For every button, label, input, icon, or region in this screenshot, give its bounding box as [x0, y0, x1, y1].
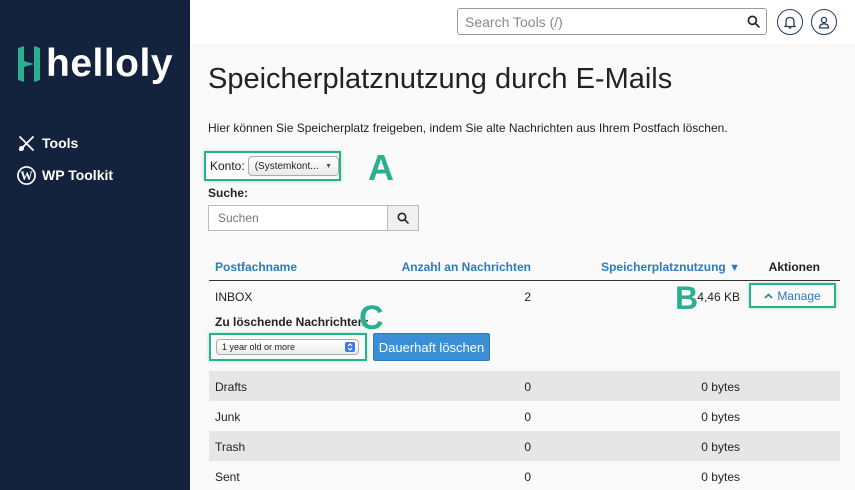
mailbox-name: INBOX: [215, 290, 253, 304]
message-count: 2: [524, 290, 531, 304]
table-row: Drafts 0 0 bytes: [209, 371, 840, 401]
select-stepper-icon: [345, 342, 355, 352]
bell-icon: [784, 16, 796, 29]
message-count: 0: [524, 380, 531, 394]
age-select-highlight: 1 year old or more: [209, 333, 367, 361]
konto-label: Konto:: [210, 159, 245, 173]
main-content: Speicherplatznutzung durch E-Mails Hier …: [190, 44, 855, 490]
sidebar-item-label: Tools: [42, 135, 79, 151]
annotation-label-c: C: [359, 299, 384, 337]
storage-usage: 0 bytes: [701, 440, 740, 454]
suche-input[interactable]: [208, 205, 387, 231]
brand-name: helloly: [46, 42, 174, 85]
mailbox-name: Sent: [215, 470, 240, 484]
mailbox-name: Drafts: [215, 380, 248, 394]
column-header-name[interactable]: Postfachname: [215, 260, 297, 274]
search-icon: [397, 212, 409, 224]
brand-logo[interactable]: helloly: [16, 44, 173, 84]
manage-label: Manage: [777, 288, 821, 303]
message-age-value: 1 year old or more: [222, 342, 296, 352]
dropdown-arrow-icon: ▼: [325, 162, 332, 170]
sidebar-item-label: WP Toolkit: [42, 167, 114, 183]
sidebar-item-wp-toolkit[interactable]: W WP Toolkit: [16, 164, 113, 186]
search-tools-input[interactable]: [458, 9, 740, 34]
storage-usage: 0 bytes: [701, 380, 740, 394]
mailbox-table: Postfachname Anzahl an Nachrichten Speic…: [209, 253, 840, 490]
suche-label: Suche:: [208, 186, 249, 200]
column-header-actions: Aktionen: [768, 260, 820, 274]
message-age-select[interactable]: 1 year old or more: [216, 339, 359, 355]
sidebar-item-tools[interactable]: Tools: [16, 132, 113, 154]
sidebar: helloly Tools W WP Toolkit: [0, 0, 190, 490]
table-row: INBOX 2 4,46 KB B Manage: [209, 280, 840, 316]
sidebar-nav: Tools W WP Toolkit: [16, 132, 113, 196]
suche-button[interactable]: [387, 205, 419, 231]
storage-usage: 0 bytes: [701, 470, 740, 484]
table-row: Junk 0 0 bytes: [209, 401, 840, 431]
message-count: 0: [524, 410, 531, 424]
top-bar: [190, 0, 855, 44]
chevron-up-icon: [764, 292, 773, 299]
column-header-usage-label: Speicherplatznutzung: [601, 260, 726, 274]
mailbox-name: Trash: [215, 440, 246, 454]
column-header-usage[interactable]: Speicherplatznutzung ▼: [601, 260, 740, 274]
user-icon: [818, 16, 830, 29]
page-description: Hier können Sie Speicherplatz freigeben,…: [208, 121, 728, 135]
annotation-label-b: B: [675, 280, 699, 316]
table-header: Postfachname Anzahl an Nachrichten Speic…: [209, 253, 840, 281]
notifications-button[interactable]: [777, 9, 803, 35]
wordpress-icon: W: [16, 165, 36, 185]
delete-messages-panel: Zu löschende Nachrichten: C 1 year old o…: [209, 301, 840, 371]
helloly-logo-icon: [16, 44, 42, 84]
search-icon[interactable]: [740, 15, 766, 28]
message-count: 0: [524, 440, 531, 454]
mailbox-name: Junk: [215, 410, 241, 424]
page-title: Speicherplatznutzung durch E-Mails: [208, 63, 673, 95]
manage-button[interactable]: Manage: [749, 283, 836, 308]
sort-descending-icon: ▼: [729, 262, 740, 274]
storage-usage: 0 bytes: [701, 410, 740, 424]
column-header-count[interactable]: Anzahl an Nachrichten: [402, 260, 531, 274]
storage-usage: 4,46 KB: [697, 290, 740, 304]
delete-permanently-button[interactable]: Dauerhaft löschen: [373, 333, 490, 361]
message-count: 0: [524, 470, 531, 484]
konto-select-value: (Systemkont...: [254, 160, 319, 172]
konto-highlight: Konto: (Systemkont... ▼: [204, 151, 341, 181]
table-row: Sent 0 0 bytes: [209, 461, 840, 490]
suche-box: [208, 205, 419, 231]
table-row: Trash 0 0 bytes: [209, 431, 840, 461]
svg-text:W: W: [20, 168, 33, 182]
tools-icon: [16, 133, 36, 153]
delete-messages-label: Zu löschende Nachrichten:: [215, 315, 370, 329]
annotation-label-a: A: [368, 147, 394, 188]
search-tools-box: [457, 8, 767, 35]
konto-select[interactable]: (Systemkont... ▼: [247, 156, 339, 176]
user-profile-button[interactable]: [811, 9, 837, 35]
